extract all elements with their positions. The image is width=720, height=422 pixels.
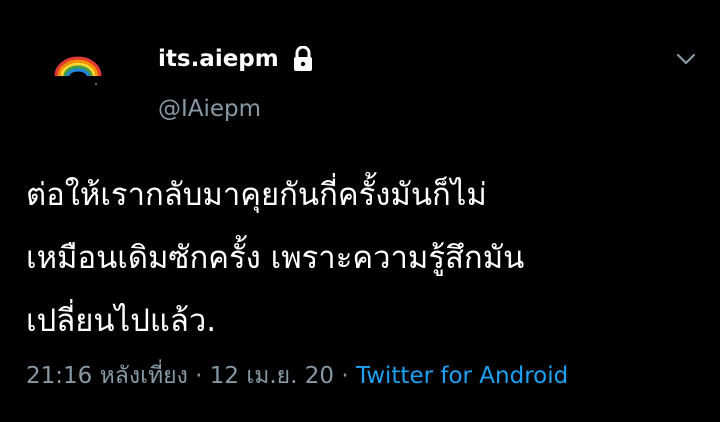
tweet-time[interactable]: 21:16 หลังเที่ยง	[26, 363, 188, 389]
display-name[interactable]: its.aiepm	[158, 44, 279, 74]
tweet-date[interactable]: 12 เม.ย. 20	[210, 363, 334, 389]
rainbow-icon[interactable]	[46, 46, 110, 90]
meta-separator-2: ·	[341, 363, 349, 389]
chevron-down-icon[interactable]	[672, 48, 700, 70]
tweet-text: ต่อให้เรากลับมาคุยกันกี่ครั้งมันก็ไม่ เห…	[26, 177, 525, 339]
tweet-card: its.aiepm @IAiepm ต่อให้เรากลับมาคุยกันก…	[0, 0, 720, 422]
lock-icon	[293, 46, 312, 71]
tweet-source-link[interactable]: Twitter for Android	[356, 363, 568, 389]
tweet-meta: 21:16 หลังเที่ยง · 12 เม.ย. 20 · Twitter…	[26, 360, 568, 392]
meta-separator: ·	[195, 363, 203, 389]
display-name-row[interactable]: its.aiepm	[158, 44, 315, 74]
user-handle[interactable]: @IAiepm	[158, 94, 261, 124]
